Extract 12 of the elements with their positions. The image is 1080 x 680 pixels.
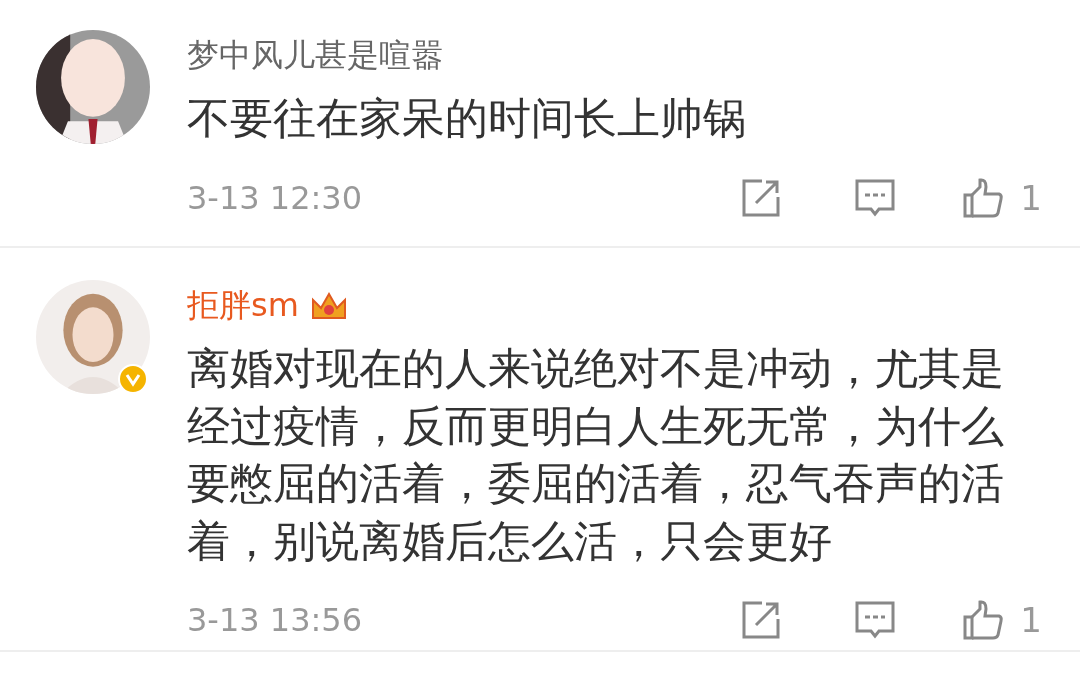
comment-icon[interactable] — [854, 599, 897, 641]
comment-text: 离婚对现在的人来说绝对不是冲动，尤其是经过疫情，反而更明白人生死无常，为什么要憋屈的活着，委屈的活着，忍气吞声的活着，别说离婚后怎么活，只会更好 — [187, 342, 1005, 568]
like-count: 1 — [1020, 177, 1042, 218]
thumbs-up-icon[interactable] — [962, 176, 1005, 219]
username[interactable]: 梦中风儿甚是喧嚣 — [187, 34, 443, 78]
timestamp: 3-13 13:56 — [187, 601, 363, 639]
comment-text: 不要往在家呆的时间长上帅锅 — [187, 92, 747, 145]
share-icon[interactable] — [740, 599, 783, 641]
like-count: 1 — [1020, 600, 1042, 640]
thumbs-up-icon[interactable] — [962, 599, 1005, 641]
username[interactable]: 拒胖sm — [187, 284, 299, 328]
timestamp: 3-13 12:30 — [187, 178, 363, 217]
